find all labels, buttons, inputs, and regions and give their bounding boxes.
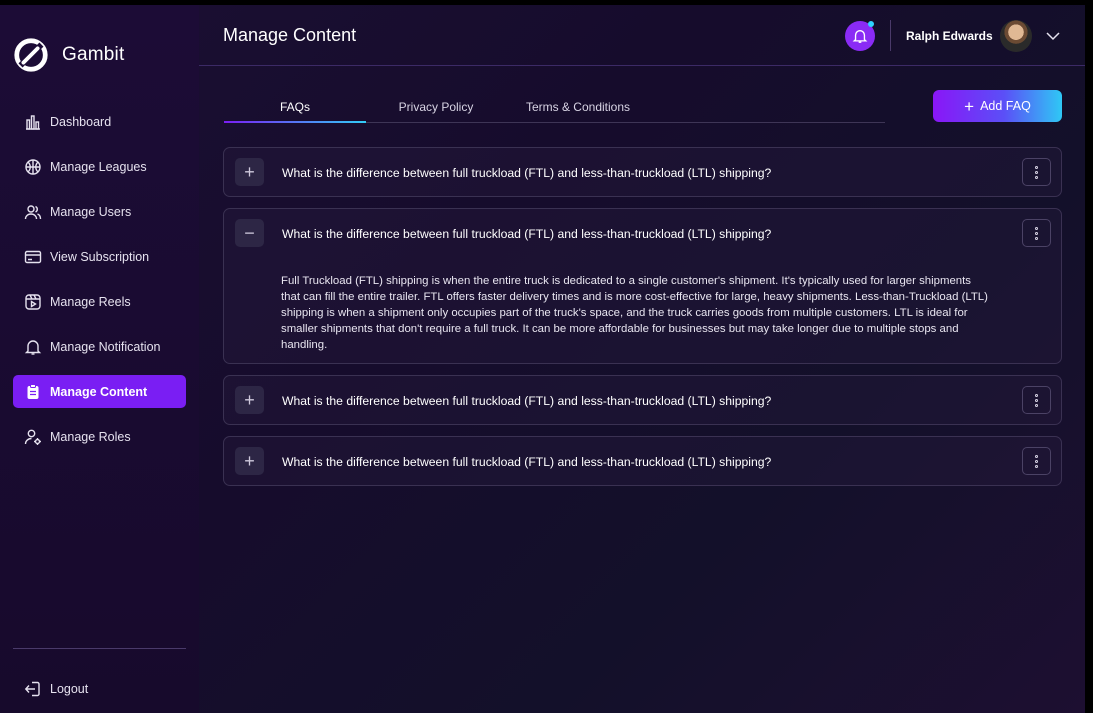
brand-name: Gambit	[62, 44, 125, 65]
page-title: Manage Content	[223, 25, 357, 45]
more-options-button[interactable]	[1022, 386, 1051, 414]
expand-button[interactable]: +	[235, 158, 264, 186]
sidebar-item-label: Manage Notification	[50, 339, 161, 354]
faq-item: − What is the difference between full tr…	[223, 208, 1062, 364]
sidebar-item-manage-users[interactable]: Manage Users	[13, 195, 186, 228]
user-name: Ralph Edwards	[906, 29, 993, 43]
sidebar-item-label: Manage Users	[50, 204, 132, 219]
minus-icon: −	[244, 222, 255, 243]
sidebar-item-label: Manage Content	[50, 384, 148, 399]
sidebar-item-label: Manage Roles	[50, 429, 131, 444]
add-faq-button[interactable]: + Add FAQ	[933, 90, 1062, 122]
header-divider	[890, 20, 891, 51]
sidebar-item-manage-notification[interactable]: Manage Notification	[13, 330, 186, 363]
collapse-button[interactable]: −	[235, 219, 264, 247]
sidebar-item-manage-content[interactable]: Manage Content	[13, 375, 186, 408]
plus-icon: +	[244, 450, 255, 471]
plus-icon: +	[964, 96, 975, 116]
app-window: Gambit Dashboard Manage Leagues Manage U…	[0, 5, 1085, 713]
logout-icon	[24, 681, 40, 697]
sidebar-item-dashboard[interactable]: Dashboard	[13, 105, 186, 138]
faq-item: + What is the difference between full tr…	[223, 436, 1062, 486]
add-faq-label: Add FAQ	[980, 99, 1031, 113]
top-header: Manage Content Ralph Edwards	[199, 5, 1085, 66]
bell-icon	[24, 338, 42, 356]
content-tabs: FAQs Privacy Policy Terms & Conditions	[224, 95, 885, 123]
expand-button[interactable]: +	[235, 447, 264, 475]
more-options-button[interactable]	[1022, 219, 1051, 247]
faq-item: + What is the difference between full tr…	[223, 375, 1062, 425]
reels-icon	[24, 293, 42, 311]
faq-item: + What is the difference between full tr…	[223, 147, 1062, 197]
brand[interactable]: Gambit	[12, 35, 124, 75]
sidebar: Gambit Dashboard Manage Leagues Manage U…	[0, 5, 199, 713]
expand-button[interactable]: +	[235, 386, 264, 414]
sidebar-item-manage-roles[interactable]: Manage Roles	[13, 420, 186, 453]
user-gear-icon	[24, 428, 42, 446]
active-tab-indicator	[224, 121, 366, 123]
more-options-button[interactable]	[1022, 158, 1051, 186]
clipboard-icon	[24, 383, 42, 401]
faq-question: What is the difference between full truc…	[282, 455, 772, 469]
sidebar-item-label: Manage Reels	[50, 294, 131, 309]
bell-icon	[852, 30, 868, 43]
sidebar-item-view-subscription[interactable]: View Subscription	[13, 240, 186, 273]
sidebar-item-manage-leagues[interactable]: Manage Leagues	[13, 150, 186, 183]
tab-privacy-policy[interactable]: Privacy Policy	[384, 100, 488, 122]
sidebar-item-label: Manage Leagues	[50, 159, 147, 174]
chevron-down-icon[interactable]	[1044, 27, 1062, 45]
bar-chart-icon	[24, 113, 42, 131]
notification-dot	[868, 21, 874, 27]
logout-button[interactable]: Logout	[24, 680, 88, 698]
tab-faqs[interactable]: FAQs	[224, 100, 366, 122]
sidebar-item-manage-reels[interactable]: Manage Reels	[13, 285, 186, 318]
tab-terms-conditions[interactable]: Terms & Conditions	[514, 100, 642, 122]
plus-icon: +	[244, 161, 255, 182]
gambit-logo-icon	[14, 38, 48, 72]
sidebar-divider	[13, 648, 186, 649]
sidebar-item-label: Dashboard	[50, 114, 112, 129]
users-icon	[24, 203, 42, 221]
more-options-button[interactable]	[1022, 447, 1051, 475]
logout-label: Logout	[50, 682, 89, 696]
faq-question: What is the difference between full truc…	[282, 166, 772, 180]
faq-question: What is the difference between full truc…	[282, 394, 772, 408]
card-icon	[24, 248, 42, 266]
faq-question: What is the difference between full truc…	[282, 227, 772, 241]
basketball-icon	[24, 158, 42, 176]
faq-answer: Full Truckload (FTL) shipping is when th…	[281, 275, 988, 351]
sidebar-item-label: View Subscription	[50, 249, 150, 264]
plus-icon: +	[244, 389, 255, 410]
sidebar-nav: Dashboard Manage Leagues Manage Users Vi…	[13, 105, 186, 465]
notification-button[interactable]	[845, 21, 875, 51]
avatar[interactable]	[1000, 20, 1032, 52]
